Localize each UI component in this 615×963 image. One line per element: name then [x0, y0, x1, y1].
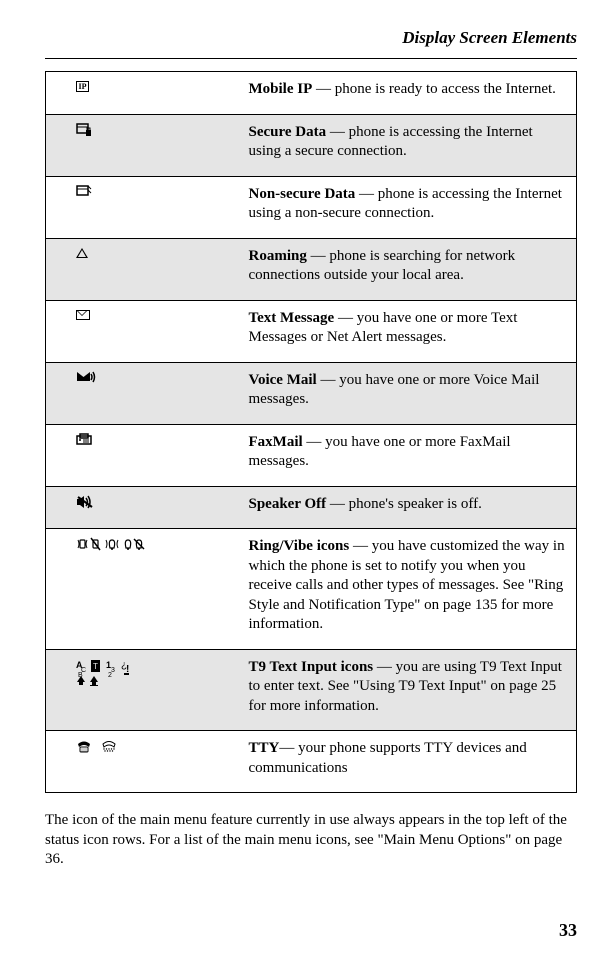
table-row: IP Mobile IP — phone is ready to access … [46, 72, 577, 115]
text-message-icon [76, 310, 90, 320]
voice-mail-icon [76, 372, 96, 387]
table-row: Roaming — phone is searching for network… [46, 238, 577, 300]
nonsecure-data-icon [76, 188, 92, 203]
icon-cell [46, 529, 241, 650]
icon-cell [46, 176, 241, 238]
table-row: Non-secure Data — phone is accessing the… [46, 176, 577, 238]
row-title: Ring/Vibe icons [249, 538, 350, 554]
ring-vibe-icons [76, 540, 146, 554]
icon-cell: ACB T 132 ¿! [46, 649, 241, 731]
icon-cell [46, 424, 241, 486]
mobile-ip-icon: IP [76, 81, 89, 92]
body-paragraph: The icon of the main menu feature curren… [45, 811, 577, 870]
desc-cell: Roaming — phone is searching for network… [241, 238, 577, 300]
tty-icons [76, 742, 121, 757]
header-rule [45, 58, 577, 59]
row-title: T9 Text Input icons [249, 659, 374, 675]
table-row: Ring/Vibe icons — you have customized th… [46, 529, 577, 650]
svg-text:T: T [93, 662, 98, 671]
svg-text:2: 2 [108, 672, 112, 679]
row-title: Non-secure Data [249, 186, 356, 202]
page-number: 33 [559, 920, 577, 941]
desc-cell: TTY— your phone supports TTY devices and… [241, 731, 577, 793]
row-desc: — phone is ready to access the Internet. [312, 81, 556, 97]
icon-cell: IP [46, 72, 241, 115]
icon-description-table: IP Mobile IP — phone is ready to access … [45, 71, 577, 793]
desc-cell: Non-secure Data — phone is accessing the… [241, 176, 577, 238]
row-title: Secure Data [249, 124, 327, 140]
row-title: Text Message [249, 310, 335, 326]
icon-cell [46, 300, 241, 362]
row-title: FaxMail [249, 434, 303, 450]
icon-cell [46, 486, 241, 529]
row-title: TTY [249, 740, 280, 756]
icon-cell [46, 362, 241, 424]
desc-cell: Speaker Off — phone's speaker is off. [241, 486, 577, 529]
row-desc: — phone's speaker is off. [326, 496, 482, 512]
desc-cell: Voice Mail — you have one or more Voice … [241, 362, 577, 424]
row-title: Mobile IP [249, 81, 313, 97]
desc-cell: Mobile IP — phone is ready to access the… [241, 72, 577, 115]
t9-text-input-icons: ACB T 132 ¿! [76, 675, 146, 690]
table-row: FaxMail — you have one or more FaxMail m… [46, 424, 577, 486]
table-row: ACB T 132 ¿! T9 Text Input icons — you a… [46, 649, 577, 731]
page-header-title: Display Screen Elements [45, 28, 577, 48]
table-row: Voice Mail — you have one or more Voice … [46, 362, 577, 424]
row-title: Roaming [249, 248, 307, 264]
icon-cell [46, 731, 241, 793]
table-row: Speaker Off — phone's speaker is off. [46, 486, 577, 529]
roaming-icon [76, 248, 88, 258]
row-title: Speaker Off [249, 496, 327, 512]
speaker-off-icon [76, 498, 96, 513]
table-row: Secure Data — phone is accessing the Int… [46, 114, 577, 176]
secure-data-icon [76, 126, 92, 141]
desc-cell: FaxMail — you have one or more FaxMail m… [241, 424, 577, 486]
table-row: TTY— your phone supports TTY devices and… [46, 731, 577, 793]
faxmail-icon [76, 436, 92, 451]
desc-cell: Text Message — you have one or more Text… [241, 300, 577, 362]
desc-cell: Ring/Vibe icons — you have customized th… [241, 529, 577, 650]
icon-cell [46, 114, 241, 176]
table-row: Text Message — you have one or more Text… [46, 300, 577, 362]
row-title: Voice Mail [249, 372, 317, 388]
row-desc: — your phone supports TTY devices and co… [249, 740, 527, 776]
icon-cell [46, 238, 241, 300]
desc-cell: T9 Text Input icons — you are using T9 T… [241, 649, 577, 731]
table-body: IP Mobile IP — phone is ready to access … [46, 72, 577, 793]
desc-cell: Secure Data — phone is accessing the Int… [241, 114, 577, 176]
